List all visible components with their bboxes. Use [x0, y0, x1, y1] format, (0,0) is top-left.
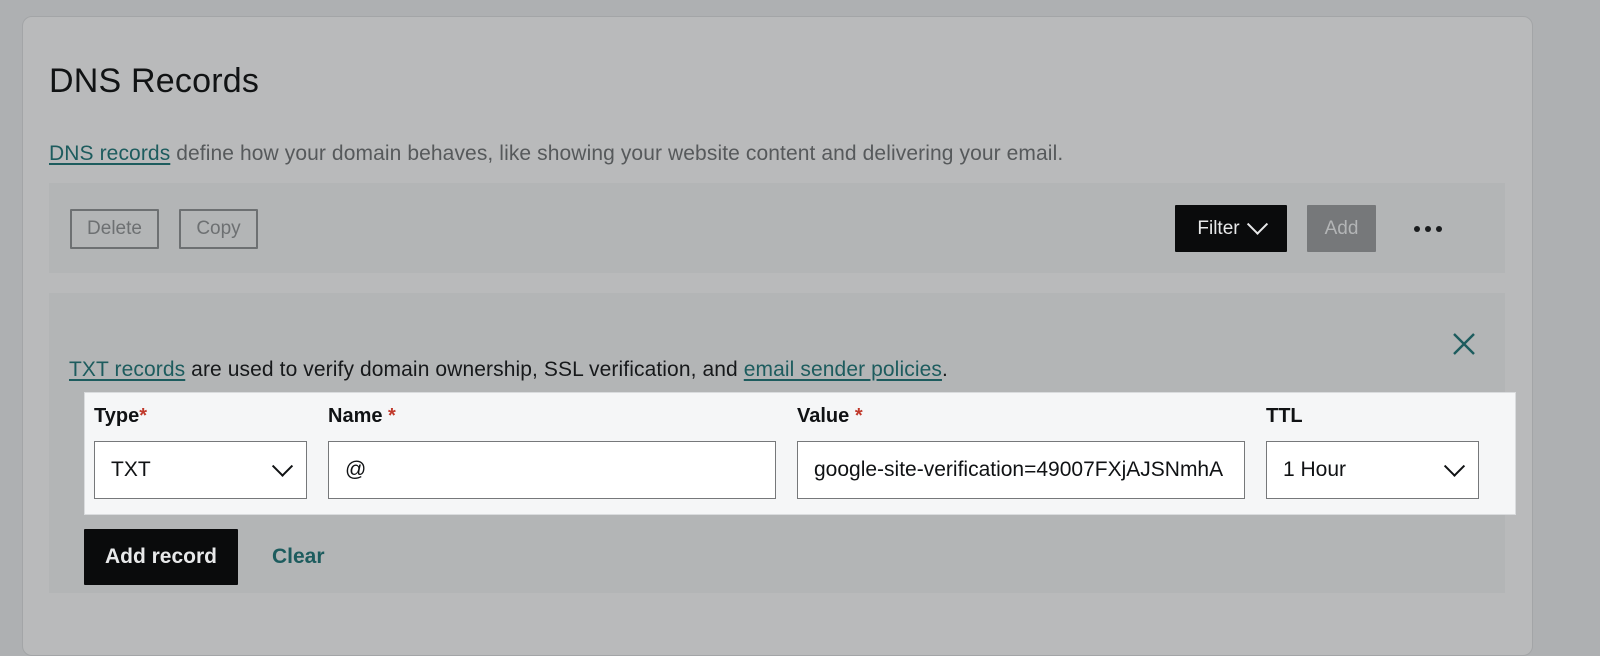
- value-input[interactable]: google-site-verification=49007FXjAJSNmhA: [797, 441, 1245, 499]
- dns-records-link[interactable]: DNS records: [49, 142, 170, 165]
- required-asterisk: *: [388, 405, 396, 427]
- value-input-value: google-site-verification=49007FXjAJSNmhA: [814, 458, 1223, 482]
- copy-button[interactable]: Copy: [179, 209, 258, 249]
- ttl-select[interactable]: 1 Hour: [1266, 441, 1479, 499]
- txt-records-link[interactable]: TXT records: [69, 358, 185, 381]
- field-type-label: Type*: [94, 405, 147, 428]
- record-form-row: Type* TXT Name * @ Value * google-site-v…: [84, 392, 1516, 515]
- type-select[interactable]: TXT: [94, 441, 307, 499]
- dot-2: [1425, 226, 1431, 232]
- txt-notice-middle: are used to verify domain ownership, SSL…: [185, 358, 744, 381]
- type-select-value: TXT: [111, 458, 151, 482]
- name-input-value: @: [345, 458, 366, 482]
- dns-records-card: DNS Records DNS records define how your …: [22, 16, 1533, 656]
- close-icon[interactable]: [1447, 327, 1481, 361]
- filter-button-label: Filter: [1197, 218, 1239, 240]
- chevron-down-icon: [272, 455, 293, 476]
- filter-button[interactable]: Filter: [1175, 205, 1287, 252]
- records-toolbar: Delete Copy Filter Add: [49, 183, 1505, 273]
- field-ttl-label: TTL: [1266, 405, 1303, 428]
- txt-notice-text: TXT records are used to verify domain ow…: [69, 358, 948, 382]
- add-button[interactable]: Add: [1307, 205, 1376, 252]
- name-input[interactable]: @: [328, 441, 776, 499]
- email-sender-policies-link[interactable]: email sender policies: [744, 358, 942, 381]
- required-asterisk: *: [855, 405, 863, 427]
- field-value-label: Value *: [797, 405, 863, 428]
- ttl-select-value: 1 Hour: [1283, 458, 1346, 482]
- page-title: DNS Records: [49, 62, 259, 101]
- overflow-menu-icon[interactable]: [1406, 221, 1450, 237]
- chevron-down-icon: [1444, 455, 1465, 476]
- dot-3: [1436, 226, 1442, 232]
- card-description: DNS records define how your domain behav…: [49, 142, 1063, 166]
- delete-button[interactable]: Delete: [70, 209, 159, 249]
- clear-button[interactable]: Clear: [272, 529, 325, 585]
- card-description-text: define how your domain behaves, like sho…: [170, 142, 1063, 165]
- dot-1: [1414, 226, 1420, 232]
- add-record-button[interactable]: Add record: [84, 529, 238, 585]
- txt-notice-trailing: .: [942, 358, 948, 381]
- txt-record-panel: TXT records are used to verify domain ow…: [49, 293, 1505, 593]
- required-asterisk: *: [139, 405, 147, 427]
- chevron-down-icon: [1247, 214, 1268, 235]
- field-name-label: Name *: [328, 405, 396, 428]
